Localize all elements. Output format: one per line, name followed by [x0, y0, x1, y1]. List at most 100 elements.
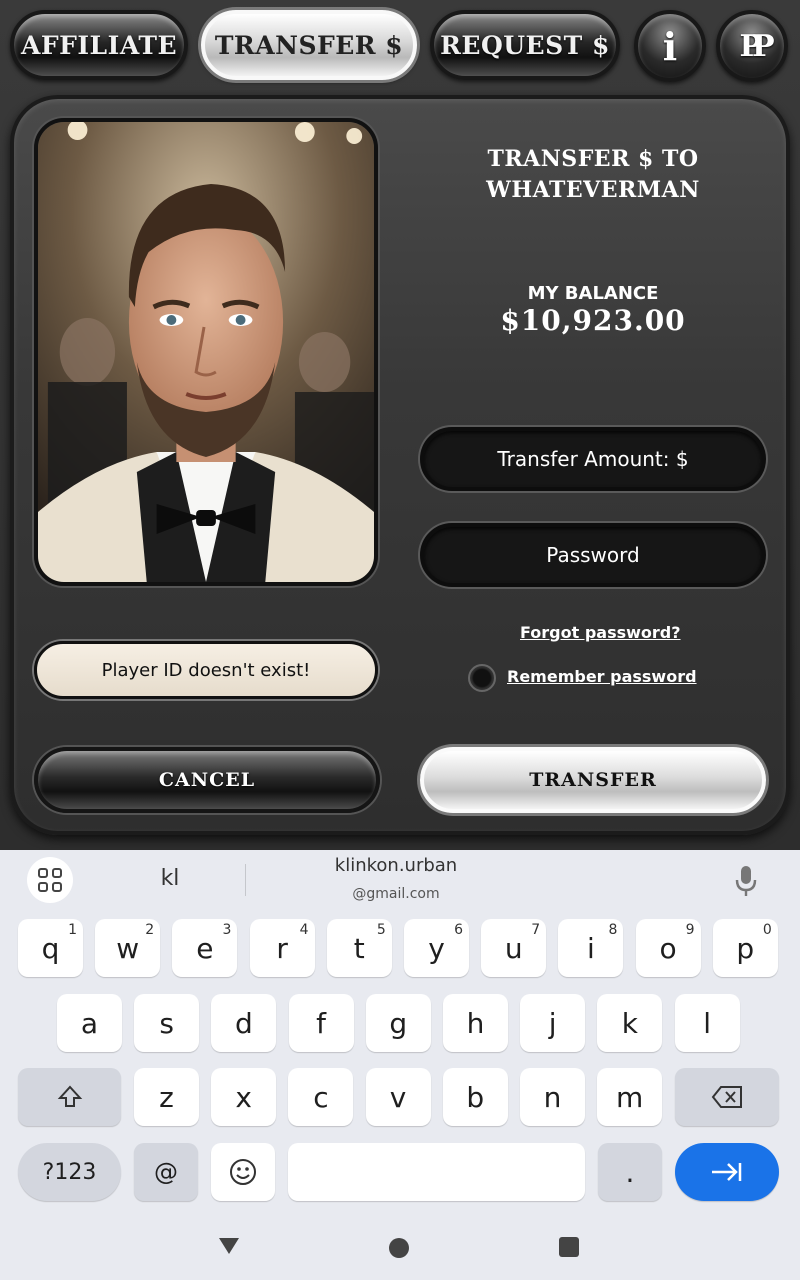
key-hint: 6: [454, 922, 463, 938]
key-s[interactable]: s: [134, 994, 200, 1052]
key-l[interactable]: l: [674, 994, 740, 1052]
key-label: k: [621, 1006, 638, 1040]
key-hint: 2: [145, 922, 155, 938]
key-label: b: [466, 1080, 485, 1114]
portrait-image: [38, 122, 374, 582]
transfer-button-label: TRANSFER: [529, 769, 657, 791]
emoji-icon: [230, 1159, 256, 1185]
shift-key[interactable]: [18, 1068, 121, 1126]
key-y[interactable]: y6: [404, 919, 469, 977]
key-label: n: [543, 1080, 562, 1114]
apps-grid-icon[interactable]: [27, 857, 73, 903]
key-label: w: [116, 931, 140, 965]
nav-back-icon[interactable]: [217, 1236, 241, 1256]
period-key[interactable]: .: [598, 1143, 662, 1201]
cancel-button[interactable]: CANCEL: [34, 747, 380, 813]
key-label: z: [159, 1080, 174, 1114]
key-f[interactable]: f: [288, 994, 354, 1052]
key-c[interactable]: c: [288, 1068, 354, 1126]
transfer-tab[interactable]: TRANSFER $: [201, 10, 417, 80]
key-h[interactable]: h: [443, 994, 508, 1052]
forgot-password-link[interactable]: Forgot password?: [520, 623, 681, 642]
key-b[interactable]: b: [442, 1068, 508, 1126]
key-m[interactable]: m: [597, 1068, 663, 1126]
key-label: p: [736, 931, 755, 965]
key-p[interactable]: p0: [712, 919, 778, 977]
remember-password-radio[interactable]: [468, 664, 496, 692]
transfer-tab-label: TRANSFER $: [214, 30, 404, 60]
remember-password-label[interactable]: Remember password: [507, 667, 697, 686]
backspace-key[interactable]: [675, 1068, 779, 1126]
key-label: o: [659, 931, 677, 965]
key-label: c: [313, 1080, 329, 1114]
transfer-button[interactable]: TRANSFER: [420, 747, 766, 813]
key-hint: 8: [608, 922, 618, 938]
key-t[interactable]: t5: [326, 919, 392, 977]
key-q[interactable]: q1: [18, 919, 83, 977]
key-hint: 0: [762, 922, 772, 938]
error-message: Player ID doesn't exist!: [34, 641, 378, 699]
soft-keyboard: kl klinkon.urban @gmail.com q1w2e3r4t5y6…: [0, 850, 800, 1280]
suggestion-1[interactable]: kl: [120, 866, 220, 891]
key-g[interactable]: g: [365, 994, 431, 1052]
backspace-icon: [711, 1086, 742, 1108]
key-k[interactable]: k: [597, 994, 663, 1052]
error-message-text: Player ID doesn't exist!: [101, 659, 311, 681]
key-label: l: [703, 1006, 711, 1040]
key-z[interactable]: z: [134, 1068, 199, 1126]
key-label: r: [276, 931, 288, 965]
space-key[interactable]: [288, 1143, 585, 1201]
request-tab[interactable]: REQUEST $: [430, 10, 620, 80]
at-key[interactable]: @: [134, 1143, 198, 1201]
key-n[interactable]: n: [520, 1068, 585, 1126]
key-label: j: [548, 1006, 557, 1040]
key-label: h: [466, 1006, 485, 1040]
key-j[interactable]: j: [520, 994, 586, 1052]
key-label: f: [316, 1006, 327, 1040]
request-tab-label: REQUEST $: [440, 30, 610, 60]
key-label: y: [428, 931, 445, 965]
key-label: g: [389, 1006, 408, 1040]
mic-icon[interactable]: [734, 864, 758, 898]
key-v[interactable]: v: [365, 1068, 431, 1126]
transfer-amount-input[interactable]: Transfer Amount: $: [420, 427, 766, 491]
info-button[interactable]: i: [634, 10, 706, 82]
logo-button[interactable]: PP: [716, 10, 788, 82]
key-hint: 1: [68, 922, 77, 938]
key-label: s: [159, 1006, 174, 1040]
nav-recent-icon[interactable]: [559, 1237, 579, 1257]
transfer-title: TRANSFER $ TO WHATEVERMAN: [486, 146, 700, 203]
balance-label: MY BALANCE: [527, 283, 659, 304]
key-x[interactable]: x: [211, 1068, 277, 1126]
key-label: i: [587, 931, 595, 965]
password-input[interactable]: Password: [420, 523, 766, 587]
key-label: t: [353, 931, 365, 965]
enter-arrow-icon: [712, 1163, 742, 1181]
shift-icon: [57, 1085, 82, 1107]
key-r[interactable]: r4: [249, 919, 315, 977]
affiliate-tab[interactable]: AFFILIATE: [10, 10, 188, 80]
cancel-button-label: CANCEL: [158, 769, 256, 791]
emoji-key[interactable]: [211, 1143, 275, 1201]
key-hint: 9: [685, 922, 695, 938]
nav-home-icon[interactable]: [389, 1238, 409, 1258]
recipient-portrait: [34, 118, 378, 586]
app-root: AFFILIATE TRANSFER $ REQUEST $ i PP TRAN…: [0, 0, 800, 1280]
enter-key[interactable]: [675, 1143, 779, 1201]
key-d[interactable]: d: [211, 994, 277, 1052]
key-w[interactable]: w2: [95, 919, 161, 977]
suggestion-bar: kl klinkon.urban @gmail.com: [0, 850, 800, 910]
key-o[interactable]: o9: [635, 919, 701, 977]
key-label: v: [389, 1080, 407, 1114]
key-a[interactable]: a: [57, 994, 122, 1052]
suggestion-2[interactable]: klinkon.urban: [296, 855, 496, 876]
key-hint: 7: [531, 922, 541, 938]
key-label: e: [196, 931, 214, 965]
key-i[interactable]: i8: [558, 919, 624, 977]
key-label: a: [80, 1006, 99, 1040]
pp-logo-icon: PP: [739, 28, 774, 64]
key-e[interactable]: e3: [172, 919, 238, 977]
key-u[interactable]: u7: [481, 919, 547, 977]
key-label: d: [235, 1006, 253, 1040]
symbols-key[interactable]: ?123: [18, 1143, 121, 1201]
